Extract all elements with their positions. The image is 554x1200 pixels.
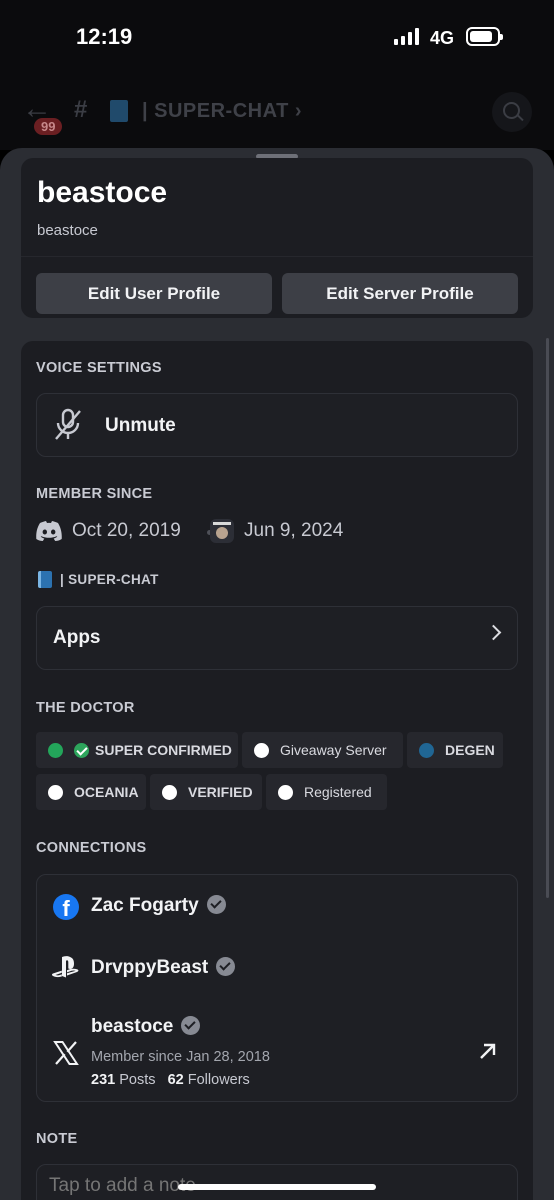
apps-row[interactable]: Apps bbox=[36, 606, 518, 670]
connection-name: beastoce bbox=[91, 1016, 201, 1038]
x-stats: 231 Posts 62 Followers bbox=[91, 1072, 250, 1088]
channel-label: | SUPER-CHAT bbox=[60, 572, 159, 587]
followers-count: 62 bbox=[167, 1072, 184, 1088]
role-color-dot bbox=[48, 742, 63, 758]
role-color-dot bbox=[278, 784, 293, 800]
connections-list: f Zac Fogarty DrvppyBeast beastoce Membe… bbox=[36, 874, 518, 1102]
member-since-row: Oct 20, 2019 Jun 9, 2024 bbox=[36, 517, 516, 547]
profile-sheet: beastoce beastoce Edit User Profile Edit… bbox=[0, 148, 554, 1200]
note-box[interactable] bbox=[36, 1164, 518, 1200]
connection-name-text: beastoce bbox=[91, 1016, 174, 1037]
discord-icon bbox=[36, 521, 62, 541]
check-icon bbox=[74, 742, 89, 758]
verified-icon bbox=[206, 895, 226, 914]
status-bar: 12:19 4G bbox=[0, 0, 554, 80]
home-indicator[interactable] bbox=[178, 1184, 376, 1190]
role-label: Registered bbox=[304, 784, 372, 800]
posts-count: 231 bbox=[91, 1072, 116, 1088]
unmute-label: Unmute bbox=[105, 415, 176, 436]
role-registered[interactable]: Registered bbox=[266, 774, 387, 810]
profile-card: beastoce beastoce Edit User Profile Edit… bbox=[21, 158, 533, 318]
chevron-right-icon bbox=[485, 624, 502, 641]
book-emoji-icon bbox=[38, 571, 52, 588]
role-label: OCEANIA bbox=[74, 784, 139, 800]
role-color-dot bbox=[254, 742, 269, 758]
roles-title: THE DOCTOR bbox=[36, 700, 135, 716]
role-label: Giveaway Server bbox=[280, 742, 387, 758]
role-oceania[interactable]: OCEANIA bbox=[36, 774, 146, 810]
connection-facebook[interactable]: f Zac Fogarty bbox=[53, 894, 493, 920]
signal-icon bbox=[394, 28, 419, 45]
verified-icon bbox=[181, 1016, 201, 1035]
note-title: NOTE bbox=[36, 1131, 78, 1147]
voice-settings-title: VOICE SETTINGS bbox=[36, 360, 162, 376]
external-link-icon[interactable] bbox=[479, 1042, 497, 1060]
status-time: 12:19 bbox=[76, 24, 133, 49]
mic-muted-icon bbox=[55, 408, 81, 440]
scrollbar[interactable] bbox=[546, 338, 549, 898]
apps-label: Apps bbox=[53, 627, 101, 648]
member-since-title: MEMBER SINCE bbox=[36, 486, 153, 502]
role-degen[interactable]: DEGEN bbox=[407, 732, 503, 768]
channel-hash-icon: # bbox=[74, 96, 88, 123]
connection-name-text: DrvppyBeast bbox=[91, 957, 209, 978]
role-giveaway-server[interactable]: Giveaway Server bbox=[242, 732, 403, 768]
channel-title[interactable]: | SUPER-CHAT › bbox=[142, 100, 302, 123]
connections-title: CONNECTIONS bbox=[36, 840, 147, 856]
role-label: DEGEN bbox=[445, 742, 495, 758]
connection-playstation[interactable]: DrvppyBeast bbox=[51, 956, 493, 982]
search-icon[interactable] bbox=[492, 92, 532, 132]
edit-server-profile-button[interactable]: Edit Server Profile bbox=[282, 273, 518, 314]
role-label: VERIFIED bbox=[188, 784, 253, 800]
edit-user-profile-button[interactable]: Edit User Profile bbox=[36, 273, 272, 314]
role-super-confirmed[interactable]: SUPER CONFIRMED bbox=[36, 732, 238, 768]
role-color-dot bbox=[419, 742, 434, 758]
server-member-since: Jun 9, 2024 bbox=[244, 520, 344, 541]
discord-member-since: Oct 20, 2019 bbox=[72, 520, 181, 541]
unmute-button[interactable]: Unmute bbox=[36, 393, 518, 457]
unread-badge: 99 bbox=[34, 118, 63, 135]
connection-name: DrvppyBeast bbox=[91, 957, 236, 979]
username: beastoce bbox=[37, 222, 98, 239]
facebook-icon: f bbox=[53, 894, 79, 920]
connection-name: Zac Fogarty bbox=[91, 895, 226, 917]
connection-name-text: Zac Fogarty bbox=[91, 895, 199, 916]
role-label: SUPER CONFIRMED bbox=[95, 742, 232, 758]
x-icon bbox=[53, 1041, 79, 1065]
playstation-icon bbox=[51, 956, 79, 978]
followers-label: Followers bbox=[187, 1072, 250, 1088]
role-verified[interactable]: VERIFIED bbox=[150, 774, 262, 810]
channel-header: ← 99 # | SUPER-CHAT › bbox=[0, 80, 554, 150]
x-member-since: Member since Jan 28, 2018 bbox=[91, 1049, 270, 1065]
book-emoji-icon bbox=[110, 100, 128, 122]
role-color-dot bbox=[162, 784, 177, 800]
display-name: beastoce bbox=[37, 176, 168, 209]
battery-icon bbox=[466, 27, 503, 46]
server-avatar bbox=[210, 519, 234, 543]
divider bbox=[21, 256, 533, 257]
role-color-dot bbox=[48, 784, 63, 800]
verified-icon bbox=[216, 957, 236, 976]
connection-x[interactable]: beastoce Member since Jan 28, 2018 231 P… bbox=[53, 1016, 493, 1096]
network-type: 4G bbox=[430, 28, 455, 48]
profile-details-card: VOICE SETTINGS Unmute MEMBER SINCE Oct 2… bbox=[21, 341, 533, 1200]
posts-label: Posts bbox=[119, 1072, 156, 1088]
